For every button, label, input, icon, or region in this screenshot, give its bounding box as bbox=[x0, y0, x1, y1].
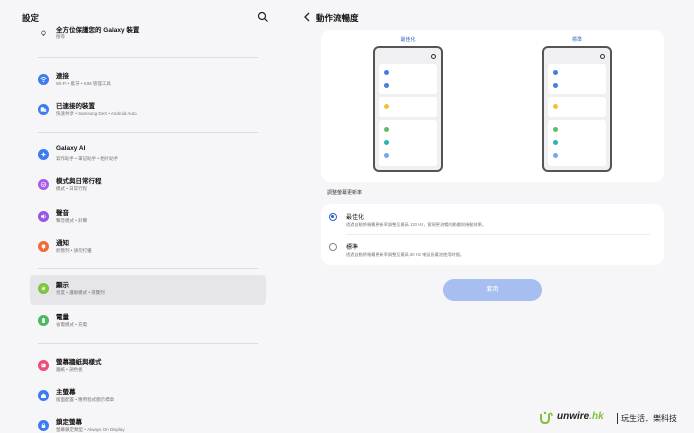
settings-item-title: 聲音 bbox=[56, 210, 69, 217]
unwire-watermark: unwire.hk 玩生活．樂科技 bbox=[538, 410, 688, 428]
group-divider bbox=[38, 132, 258, 133]
radio-button-standard[interactable] bbox=[329, 243, 337, 251]
settings-item-subtitle: 牆紙 • 調色板 bbox=[56, 367, 83, 372]
preview-dot bbox=[553, 104, 558, 109]
settings-item-title: 顯示 bbox=[56, 282, 69, 289]
settings-item-subtitle: 螢幕鎖定類型 • Always On Display bbox=[56, 427, 125, 432]
preview-dot bbox=[384, 70, 389, 75]
settings-item-title: 模式與日常行程 bbox=[56, 178, 102, 185]
motion-smoothness-pane: 動作流暢度 最佳化 標準 調整螢幕更新率 最佳化 透過自動將螢幕更新率調整至最高… bbox=[296, 0, 694, 433]
sun-icon bbox=[38, 283, 49, 294]
settings-item-title: 全方位保護您的 Galaxy 裝置 bbox=[56, 27, 140, 34]
settings-item-subtitle: 模式 • 日常行程 bbox=[56, 186, 88, 191]
settings-item-subtitle: 版面配置 • 應用程式圖示標章 bbox=[56, 397, 115, 402]
preview-dot bbox=[384, 140, 389, 145]
preview-dot bbox=[384, 83, 389, 88]
settings-item-sounds[interactable]: 聲音 聲音模式 • 鈴聲 bbox=[30, 203, 266, 233]
page-title: 動作流暢度 bbox=[316, 13, 359, 23]
watermark-tagline: 玩生活．樂科技 bbox=[621, 414, 677, 423]
settings-item-subtitle: 快速共享 • Samsung DeX • Android Auto bbox=[56, 111, 137, 116]
preview-dot bbox=[384, 153, 389, 158]
back-chevron-icon[interactable] bbox=[302, 11, 312, 23]
settings-item-subtitle: 狀態列 • 請勿打擾 bbox=[56, 248, 92, 253]
settings-item-lock-screen[interactable]: 鎖定螢幕 螢幕鎖定類型 • Always On Display bbox=[30, 412, 266, 433]
settings-item-subtitle: 搜尋 bbox=[56, 34, 65, 39]
settings-item-connected-devices[interactable]: 已連接的裝置 快速共享 • Samsung DeX • Android Auto bbox=[30, 96, 266, 126]
preview-card-block bbox=[379, 97, 437, 117]
unwire-logo-icon bbox=[540, 411, 553, 425]
preview-dot bbox=[384, 104, 389, 109]
settings-item-title: 電量 bbox=[56, 314, 69, 321]
speaker-icon bbox=[38, 211, 49, 222]
settings-item-title: Galaxy AI bbox=[56, 145, 86, 152]
sparkle-icon bbox=[38, 149, 49, 160]
option-description: 透過自動將螢幕更新率調整至最高 120 Hz，實現更流暢的動畫與捲動效果。 bbox=[346, 222, 487, 227]
preview-card-block bbox=[548, 97, 606, 117]
settings-item-subtitle: 寫作助手 • 筆記助手 • 相片助手 bbox=[56, 156, 119, 161]
phone-preview-standard bbox=[542, 46, 612, 172]
apply-button[interactable]: 套用 bbox=[443, 279, 542, 301]
option-description: 透過自動將螢幕更新率調整至最高 60 Hz 來延長電池使用時間。 bbox=[346, 252, 464, 257]
option-standard[interactable]: 標準 透過自動將螢幕更新率調整至最高 60 Hz 來延長電池使用時間。 bbox=[321, 234, 664, 264]
phone-preview-optimized bbox=[373, 46, 443, 172]
watermark-separator bbox=[617, 413, 618, 424]
settings-item-galaxy-ai[interactable]: Galaxy AI 寫作助手 • 筆記助手 • 相片助手 bbox=[30, 141, 266, 171]
settings-item-notifications[interactable]: 通知 狀態列 • 請勿打擾 bbox=[30, 233, 266, 263]
watermark-brand: unwire.hk bbox=[557, 411, 604, 422]
settings-item-title: 鎖定螢幕 bbox=[56, 419, 82, 426]
lock-icon bbox=[38, 420, 49, 431]
settings-list-pane: 設定 全方位保護您的 Galaxy 裝置 搜尋 連接 Wi-Fi • 藍牙 • … bbox=[0, 0, 286, 433]
settings-item-title: 螢幕牆紙與樣式 bbox=[56, 359, 102, 366]
lightbulb-icon bbox=[38, 28, 49, 39]
settings-item-title: 已連接的裝置 bbox=[56, 103, 95, 110]
option-optimized[interactable]: 最佳化 透過自動將螢幕更新率調整至最高 120 Hz，實現更流暢的動畫與捲動效果… bbox=[321, 204, 664, 235]
settings-item-subtitle: 聲音模式 • 鈴聲 bbox=[56, 218, 88, 223]
option-title: 最佳化 bbox=[346, 215, 365, 221]
settings-item-display[interactable]: 顯示 亮度 • 護眼模式 • 導覽列 bbox=[30, 275, 266, 305]
settings-item-subtitle: 省電模式 • 充電 bbox=[56, 322, 88, 327]
option-title: 標準 bbox=[346, 245, 359, 251]
preview-dot bbox=[553, 70, 558, 75]
preview-label-standard: 標準 bbox=[571, 37, 582, 43]
home-icon bbox=[38, 390, 49, 401]
section-label: 調整螢幕更新率 bbox=[327, 190, 363, 196]
palette-icon bbox=[38, 360, 49, 371]
preview-card-block bbox=[548, 120, 606, 166]
settings-item-subtitle: 亮度 • 護眼模式 • 導覽列 bbox=[56, 290, 105, 295]
settings-item-title: 主螢幕 bbox=[56, 389, 76, 396]
refresh-rate-options: 最佳化 透過自動將螢幕更新率調整至最高 120 Hz，實現更流暢的動畫與捲動效果… bbox=[321, 204, 664, 265]
bell-icon bbox=[38, 241, 49, 252]
group-divider bbox=[38, 57, 258, 58]
preview-dot bbox=[384, 127, 389, 132]
settings-item-title: 連接 bbox=[56, 73, 69, 80]
settings-item-subtitle: Wi-Fi • 藍牙 • SIM 管理工具 bbox=[56, 81, 111, 86]
settings-item-find-device[interactable]: 全方位保護您的 Galaxy 裝置 搜尋 bbox=[30, 20, 266, 50]
devices-icon bbox=[38, 104, 49, 115]
wifi-icon bbox=[38, 74, 49, 85]
preview-dot bbox=[553, 83, 558, 88]
radio-button-optimized[interactable] bbox=[329, 213, 337, 221]
preview-dot bbox=[553, 127, 558, 132]
preview-dot bbox=[553, 140, 558, 145]
group-divider bbox=[38, 343, 258, 344]
settings-item-title: 通知 bbox=[56, 240, 69, 247]
settings-item-connections[interactable]: 連接 Wi-Fi • 藍牙 • SIM 管理工具 bbox=[30, 66, 266, 96]
check-circle-icon bbox=[38, 179, 49, 190]
preview-card-block bbox=[379, 64, 437, 94]
group-divider bbox=[38, 268, 258, 269]
refresh-rate-preview: 最佳化 標準 bbox=[321, 30, 664, 182]
preview-dot bbox=[553, 153, 558, 158]
settings-item-home-screen[interactable]: 主螢幕 版面配置 • 應用程式圖示標章 bbox=[30, 382, 266, 412]
preview-card-block bbox=[379, 120, 437, 166]
preview-label-optimized: 最佳化 bbox=[400, 37, 416, 43]
battery-icon bbox=[38, 315, 49, 326]
preview-card-block bbox=[548, 64, 606, 94]
search-icon bbox=[600, 54, 605, 59]
settings-item-modes-routines[interactable]: 模式與日常行程 模式 • 日常行程 bbox=[30, 171, 266, 201]
settings-item-wallpaper[interactable]: 螢幕牆紙與樣式 牆紙 • 調色板 bbox=[30, 352, 266, 382]
search-icon bbox=[431, 54, 436, 59]
settings-item-battery[interactable]: 電量 省電模式 • 充電 bbox=[30, 307, 266, 337]
